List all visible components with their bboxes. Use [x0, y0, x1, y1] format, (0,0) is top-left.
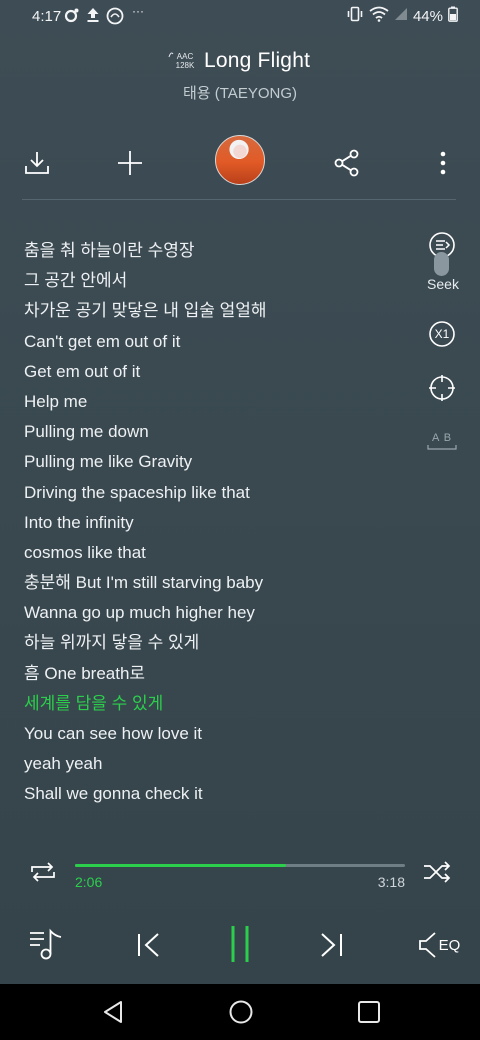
upload-icon — [86, 7, 100, 23]
playlist-button[interactable] — [26, 926, 66, 962]
wifi-icon — [369, 6, 389, 26]
header-divider — [22, 199, 456, 200]
ab-label: A B — [431, 432, 453, 444]
lyric-line[interactable]: Wanna go up much higher hey — [24, 598, 424, 628]
status-right: 44% — [346, 6, 458, 26]
equalizer-button[interactable]: EQ — [416, 928, 462, 962]
download-button[interactable] — [20, 146, 54, 180]
lyric-line[interactable]: Pulling me down — [24, 417, 424, 447]
shuffle-icon — [424, 861, 451, 883]
speed-label: X1 — [434, 327, 450, 341]
ab-bracket-icon — [427, 445, 457, 450]
pause-icon — [231, 926, 249, 962]
format-bitrate: 128K — [175, 61, 195, 70]
shuffle-button[interactable] — [420, 858, 454, 886]
home-nav-button[interactable] — [226, 998, 256, 1026]
lyric-line[interactable]: 흠 One breath로 — [24, 659, 424, 689]
recents-icon — [358, 1001, 380, 1023]
progress-fill — [75, 864, 287, 867]
previous-button[interactable] — [130, 928, 166, 962]
repeat-button[interactable] — [26, 858, 60, 886]
more-vert-icon — [440, 151, 446, 175]
download-icon — [25, 152, 49, 174]
battery-icon — [448, 6, 458, 26]
pause-button[interactable] — [222, 922, 258, 966]
lyric-line[interactable]: yeah yeah — [24, 749, 424, 779]
track-artist[interactable]: 태용 (TAEYONG) — [0, 82, 480, 103]
repeat-icon — [31, 862, 55, 882]
notification-icon — [64, 7, 80, 23]
home-icon — [229, 1000, 253, 1024]
lyric-line[interactable]: Pulling me like Gravity — [24, 447, 424, 477]
lyric-line[interactable]: Help me — [24, 387, 424, 417]
skip-next-icon — [321, 933, 342, 957]
next-button[interactable] — [314, 928, 350, 962]
lyric-line[interactable]: 충분해 But I'm still starving baby — [24, 568, 424, 598]
app-notification-icon — [106, 7, 124, 25]
artist-avatar[interactable] — [215, 135, 265, 185]
share-button[interactable] — [330, 146, 364, 180]
skip-previous-icon — [138, 933, 159, 957]
seek-label: Seek — [427, 276, 459, 292]
recents-nav-button[interactable] — [354, 998, 384, 1026]
status-time: 4:17 — [32, 8, 62, 25]
sync-lyrics-button[interactable] — [428, 374, 456, 402]
track-title: Long Flight — [204, 49, 311, 72]
audio-format-badge: AAC 128K — [168, 52, 200, 70]
progress-bar[interactable] — [75, 864, 405, 867]
crosshair-icon — [429, 375, 455, 401]
lyric-line[interactable]: Get em out of it — [24, 357, 424, 387]
status-bar: 4:17 ··· 44% — [0, 0, 480, 32]
lyric-line-current[interactable]: 세계를 담을 수 있게 — [24, 689, 424, 719]
share-icon — [334, 149, 359, 177]
current-time: 2:06 — [75, 874, 103, 890]
speed-button[interactable]: X1 — [428, 320, 456, 348]
signal-icon — [394, 7, 408, 25]
lyric-line[interactable]: cosmos like that — [24, 538, 424, 568]
lyric-line[interactable]: Into the infinity — [24, 508, 424, 538]
hq-wave-icon — [168, 52, 174, 58]
eq-label: EQ — [438, 936, 461, 954]
lyric-line[interactable]: Shall we gonna check it — [24, 779, 424, 804]
add-to-playlist-button[interactable] — [113, 146, 147, 180]
total-time: 3:18 — [377, 874, 405, 890]
more-notifications-icon: ··· — [132, 4, 144, 18]
speaker-icon — [418, 932, 436, 958]
seek-toggle[interactable] — [434, 252, 449, 276]
playlist-icon — [30, 928, 62, 960]
plus-icon — [118, 151, 142, 175]
more-options-button[interactable] — [426, 146, 460, 180]
lyric-line[interactable]: 하늘 위까지 닿을 수 있게 — [24, 628, 424, 658]
vibrate-icon — [346, 6, 364, 26]
ab-repeat-button[interactable]: A B — [426, 430, 458, 452]
battery-percent: 44% — [412, 7, 443, 25]
lyrics-panel[interactable]: 춤을 춰 하늘이란 수영장 그 공간 안에서 차가운 공기 맞닿은 내 입술 얼얼해… — [24, 236, 424, 804]
lyric-line[interactable]: 춤을 춰 하늘이란 수영장 — [24, 236, 424, 266]
lyric-line[interactable]: Driving the spaceship like that — [24, 478, 424, 508]
back-icon — [104, 1001, 122, 1023]
lyric-line[interactable]: 그 공간 안에서 — [24, 266, 424, 296]
lyric-line[interactable]: You can see how love it — [24, 719, 424, 749]
system-nav-bar — [0, 984, 480, 1040]
back-nav-button[interactable] — [98, 998, 128, 1026]
lyric-line[interactable]: 차가운 공기 맞닿은 내 입술 얼얼해 — [24, 296, 424, 326]
lyric-line[interactable]: Can't get em out of it — [24, 327, 424, 357]
